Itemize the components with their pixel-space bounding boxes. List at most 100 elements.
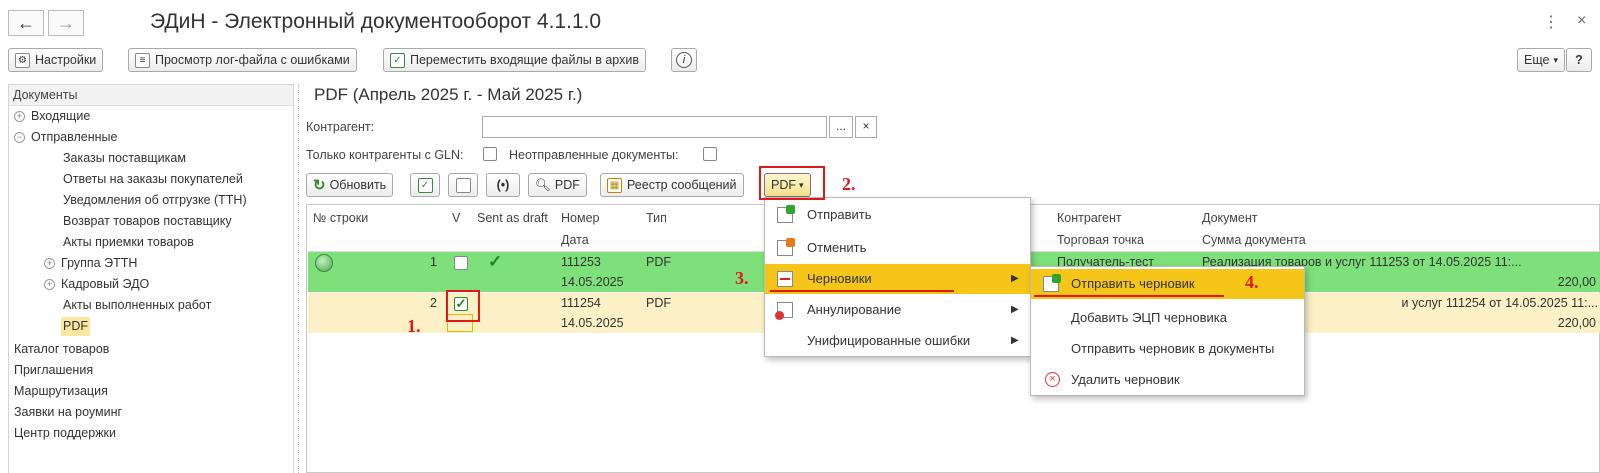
app-title: ЭДиН - Электронный документооборот 4.1.1… bbox=[150, 10, 602, 33]
message-registry-button[interactable]: ▦ Реестр сообщений bbox=[600, 173, 744, 197]
sidebar-item-sent[interactable]: − Отправленные bbox=[14, 128, 117, 147]
menu-item-send[interactable]: Отправить bbox=[765, 200, 1030, 230]
cancel-doc-icon bbox=[777, 238, 795, 256]
sidebar-item-routing[interactable]: Маршрутизация bbox=[14, 382, 108, 401]
info-icon: i bbox=[676, 52, 692, 68]
send-draft-icon bbox=[1043, 274, 1061, 292]
pdf-preview-button[interactable]: 🔍︎ PDF bbox=[528, 173, 587, 197]
col-header-doc-sum[interactable]: Сумма документа bbox=[1202, 233, 1306, 247]
col-header-document[interactable]: Документ bbox=[1202, 211, 1257, 225]
sidebar-item-catalog[interactable]: Каталог товаров bbox=[14, 340, 109, 359]
annotation-box-pdf-dropdown bbox=[759, 166, 825, 200]
move-archive-button[interactable]: ✓ Переместить входящие файлы в архив bbox=[383, 48, 646, 72]
sidebar-item-invitations[interactable]: Приглашения bbox=[14, 361, 93, 380]
uncheck-all-button[interactable] bbox=[448, 173, 478, 197]
col-header-counterparty[interactable]: Контрагент bbox=[1057, 211, 1122, 225]
doc-sum: 220,00 bbox=[1557, 316, 1596, 330]
col-header-v[interactable]: V bbox=[452, 211, 460, 225]
doc-type: PDF bbox=[646, 255, 671, 269]
sidebar-item-order-responses[interactable]: Ответы на заказы покупателей bbox=[63, 170, 243, 189]
sidebar-item-roaming[interactable]: Заявки на роуминг bbox=[14, 403, 122, 422]
forward-button[interactable]: → bbox=[48, 10, 84, 36]
col-header-type[interactable]: Тип bbox=[646, 211, 667, 225]
sidebar-header: Документы bbox=[9, 85, 293, 106]
sidebar-item-shipment-notices[interactable]: Уведомления об отгрузке (ТТН) bbox=[63, 191, 247, 210]
row-select-checkbox[interactable] bbox=[454, 256, 468, 270]
table-icon: ▦ bbox=[607, 177, 622, 193]
unsent-label: Неотправленные документы: bbox=[509, 148, 679, 162]
menu-item-add-signature[interactable]: Добавить ЭЦП черновика bbox=[1031, 303, 1304, 333]
col-header-date[interactable]: Дата bbox=[561, 233, 589, 247]
sidebar-item-support[interactable]: Центр поддержки bbox=[14, 424, 116, 443]
col-header-row-no[interactable]: № строки bbox=[313, 211, 368, 225]
check-all-button[interactable]: ✓ bbox=[410, 173, 440, 197]
arrow-right-icon: → bbox=[57, 12, 75, 33]
document-value: и услуг 111254 от 14.05.2025 11:... bbox=[1401, 296, 1599, 310]
annotation-step-2: 2. bbox=[842, 174, 856, 194]
drafts-submenu: Отправить черновик Добавить ЭЦП черновик… bbox=[1030, 266, 1305, 396]
col-header-number[interactable]: Номер bbox=[561, 211, 599, 225]
view-log-button[interactable]: ≡ Просмотр лог-файла с ошибками bbox=[128, 48, 357, 72]
menu-item-annul[interactable]: Аннулирование ▶ bbox=[765, 295, 1030, 325]
gln-only-label: Только контрагенты с GLN: bbox=[306, 148, 464, 162]
info-button[interactable]: i bbox=[671, 48, 697, 72]
send-doc-icon bbox=[777, 205, 795, 223]
row-number: 2 bbox=[430, 296, 437, 310]
page-title: PDF (Апрель 2025 г. - Май 2025 г.) bbox=[314, 85, 583, 104]
sidebar-item-incoming[interactable]: + Входящие bbox=[14, 107, 90, 126]
draft-sent-check-icon: ✓ bbox=[488, 252, 503, 271]
sidebar-item-supplier-orders[interactable]: Заказы поставщикам bbox=[63, 149, 186, 168]
sidebar-item-hr-edo[interactable]: + Кадровый ЭДО bbox=[44, 275, 149, 294]
col-header-sent-as-draft[interactable]: Sent as draft bbox=[477, 211, 548, 225]
select-counterparty-button[interactable]: ... bbox=[829, 116, 853, 138]
doc-type: PDF bbox=[646, 296, 671, 310]
magnifier-icon: 🔍︎ bbox=[535, 177, 551, 192]
annotation-step-4: 4. bbox=[1245, 272, 1259, 292]
expand-icon[interactable]: + bbox=[44, 258, 55, 269]
refresh-button[interactable]: ↻ Обновить bbox=[306, 173, 394, 197]
menu-item-cancel[interactable]: Отменить bbox=[765, 233, 1030, 263]
sidebar-item-acceptance-acts[interactable]: Акты приемки товаров bbox=[63, 233, 194, 252]
back-button[interactable]: ← bbox=[8, 10, 44, 36]
unsent-checkbox[interactable] bbox=[703, 147, 717, 161]
panel-splitter[interactable] bbox=[298, 84, 299, 473]
menu-item-send-draft-to-docs[interactable]: Отправить черновик в документы bbox=[1031, 334, 1304, 364]
clear-counterparty-button[interactable]: × bbox=[855, 116, 877, 138]
annotation-step-1: 1. bbox=[407, 316, 421, 336]
close-icon[interactable]: × bbox=[1577, 12, 1586, 30]
submenu-arrow-icon: ▶ bbox=[1011, 273, 1019, 284]
more-button[interactable]: Еще ▾ bbox=[1517, 48, 1565, 72]
doc-date: 14.05.2025 bbox=[561, 275, 624, 289]
doc-date: 14.05.2025 bbox=[561, 316, 624, 330]
menu-item-delete-draft[interactable]: × Удалить черновик bbox=[1031, 365, 1304, 395]
col-header-trade-point[interactable]: Торговая точка bbox=[1057, 233, 1144, 247]
arrow-left-icon: ← bbox=[17, 12, 35, 33]
submenu-arrow-icon: ▶ bbox=[1011, 304, 1019, 315]
archive-icon: ✓ bbox=[390, 52, 405, 68]
annotation-underline bbox=[1034, 295, 1224, 297]
expand-icon[interactable]: + bbox=[14, 111, 25, 122]
pdf-dropdown-menu: Отправить Отменить Черновики ▶ Аннулиров… bbox=[764, 197, 1031, 357]
drafts-icon bbox=[777, 271, 793, 287]
help-button[interactable]: ? bbox=[1566, 48, 1592, 72]
doc-sum: 220,00 bbox=[1557, 275, 1596, 289]
refresh-icon: ↻ bbox=[313, 177, 326, 194]
sidebar-item-work-acts[interactable]: Акты выполненных работ bbox=[63, 296, 211, 315]
status-ok-icon bbox=[315, 254, 333, 272]
doc-number: 111253 bbox=[561, 255, 601, 269]
sidebar-item-pdf[interactable]: PDF bbox=[61, 317, 90, 336]
expand-icon[interactable]: + bbox=[44, 279, 55, 290]
counterparty-field[interactable] bbox=[482, 116, 827, 138]
collapse-icon[interactable]: − bbox=[14, 132, 25, 143]
menu-item-unified-errors[interactable]: Унифицированные ошибки ▶ bbox=[765, 326, 1030, 356]
delete-icon: × bbox=[1045, 372, 1060, 387]
sidebar-item-returns[interactable]: Возврат товаров поставщику bbox=[63, 212, 232, 231]
kebab-icon[interactable]: ⋮ bbox=[1543, 12, 1559, 32]
uncheck-all-icon bbox=[455, 177, 471, 193]
annul-doc-icon bbox=[775, 302, 793, 320]
gln-only-checkbox[interactable] bbox=[483, 147, 497, 161]
signal-button[interactable]: (•) bbox=[486, 173, 520, 197]
sidebar-item-ettn-group[interactable]: + Группа ЭТТН bbox=[44, 254, 137, 273]
settings-button[interactable]: ⚙ Настройки bbox=[8, 48, 104, 72]
title-bar: ← → ЭДиН - Электронный документооборот 4… bbox=[0, 0, 1600, 44]
